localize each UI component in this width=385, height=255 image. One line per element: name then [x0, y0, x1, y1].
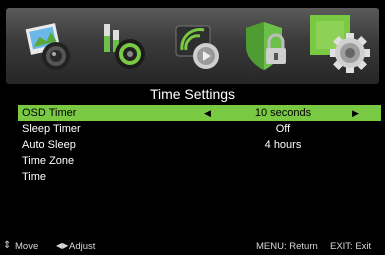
osd-timer-row[interactable]: OSD Timer ◀ 10 seconds ▶: [18, 105, 381, 121]
menu-icon-bar: [6, 8, 379, 84]
exit-hint: EXIT: Exit: [330, 241, 372, 252]
lock-menu-icon[interactable]: [238, 14, 302, 78]
menu-return-hint: MENU: Return: [256, 241, 318, 252]
osd-screen: Time Settings OSD Timer ◀ 10 seconds ▶ S…: [0, 0, 385, 255]
row-value: Off: [275, 123, 291, 135]
time-row[interactable]: Time: [18, 169, 381, 185]
setup-menu-icon[interactable]: [306, 9, 378, 81]
row-label: Sleep Timer: [22, 123, 81, 135]
channel-menu-icon[interactable]: [166, 14, 230, 78]
row-value: 4 hours: [264, 139, 302, 151]
row-label: OSD Timer: [22, 107, 77, 119]
auto-sleep-row[interactable]: Auto Sleep 4 hours: [18, 137, 381, 153]
adjust-hint: Adjust: [69, 241, 96, 252]
footer-hints: ⇕ Move ◀▶ Adjust MENU: Return EXIT: Exit: [0, 240, 385, 254]
row-value: 10 seconds: [254, 107, 312, 119]
up-down-arrows-icon: ⇕: [3, 240, 12, 251]
sound-menu-icon[interactable]: [92, 14, 156, 78]
sleep-timer-row[interactable]: Sleep Timer Off: [18, 121, 381, 137]
right-arrow-icon[interactable]: ▶: [352, 105, 359, 121]
picture-menu-icon[interactable]: [18, 14, 82, 78]
left-right-arrows-icon: ◀▶: [56, 241, 69, 250]
time-zone-row[interactable]: Time Zone: [18, 153, 381, 169]
row-label: Time Zone: [22, 155, 75, 167]
row-label: Auto Sleep: [22, 139, 76, 151]
settings-list: OSD Timer ◀ 10 seconds ▶ Sleep Timer Off…: [18, 105, 381, 185]
page-title: Time Settings: [149, 86, 236, 102]
move-hint: Move: [15, 241, 39, 252]
row-label: Time: [22, 171, 47, 183]
